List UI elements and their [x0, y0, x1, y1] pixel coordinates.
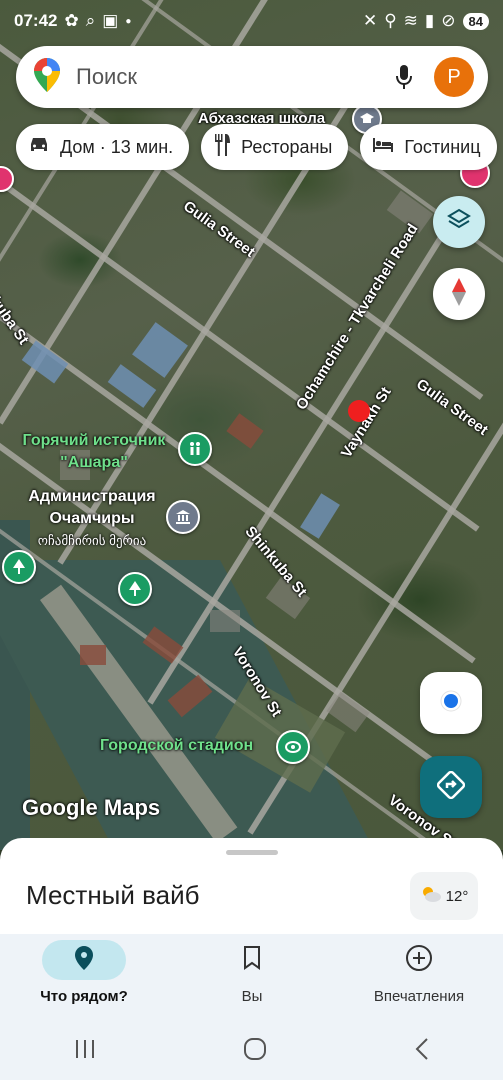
nav-explore[interactable]: Что рядом? — [14, 940, 154, 1005]
system-navigation-bar — [0, 1022, 503, 1080]
google-maps-watermark: Google Maps — [22, 795, 161, 820]
temperature: 12° — [445, 887, 469, 905]
chip-restaurants[interactable]: Рестораны — [201, 124, 349, 170]
bluetooth-icon: ✿ — [64, 11, 79, 30]
microphone-icon[interactable] — [384, 57, 424, 97]
sheet-title: Местный вайб — [26, 880, 200, 910]
chip-hotels[interactable]: Гостиниц — [360, 124, 497, 170]
poi-administration-label[interactable]: Администрация Очамчиры ოჩამჩირის მერია — [22, 486, 162, 552]
partly-cloudy-icon — [420, 885, 442, 907]
restaurant-icon — [213, 133, 231, 161]
bottom-navigation: Что рядом? Вы Впечатления — [0, 934, 503, 1022]
street-label: kuba St — [0, 293, 33, 348]
chip-label: Дом · 13 мин. — [60, 136, 174, 157]
government-building-icon[interactable] — [166, 500, 200, 534]
layers-button[interactable] — [433, 196, 485, 248]
add-circle-icon — [405, 944, 433, 976]
hotel-icon — [372, 137, 394, 158]
poi-name: Горячий источник "Ашара" — [22, 432, 166, 471]
my-location-button[interactable] — [420, 672, 482, 734]
quick-chips: Дом · 13 мин. Рестораны Гостиниц — [16, 124, 497, 170]
status-bar: 07:42 ✿ ⌕ ▣ ● ✕ ⚲ ≋ ▮ ⊘ 84 — [0, 0, 503, 42]
layers-icon — [447, 208, 471, 237]
bookmark-icon — [243, 946, 261, 974]
car-icon — [28, 136, 50, 159]
nav-pill — [210, 940, 294, 980]
signal-icon: ▮ — [424, 11, 435, 30]
directions-icon — [436, 770, 466, 804]
building — [226, 413, 264, 449]
nav-pill — [377, 940, 461, 980]
chip-label: Рестораны — [241, 136, 333, 157]
bottom-sheet[interactable]: Местный вайб 12° — [0, 838, 503, 938]
poi-name: Администрация Очамчиры — [28, 488, 156, 527]
back-icon[interactable] — [414, 1037, 430, 1066]
weather-chip[interactable]: 12° — [410, 872, 478, 920]
nav-you[interactable]: Вы — [182, 940, 322, 1005]
search-status-icon: ⌕ — [85, 11, 96, 30]
nav-pill — [42, 940, 126, 980]
poi-subname: ოჩამჩირის მერია — [37, 533, 147, 548]
screenshot-icon: ▣ — [102, 11, 119, 30]
chip-label: Гостиниц — [404, 136, 481, 157]
stadium-icon[interactable] — [276, 730, 310, 764]
nav-label: Вы — [241, 988, 263, 1005]
street-label: Gulia Street — [413, 375, 492, 439]
battery-indicator: 84 — [462, 12, 489, 30]
clock: 07:42 — [14, 11, 58, 30]
chip-home[interactable]: Дом · 13 мин. — [16, 124, 190, 170]
park-tree-icon[interactable] — [2, 550, 36, 584]
compass-button[interactable] — [433, 268, 485, 320]
hot-spring-pin-icon[interactable] — [178, 432, 212, 466]
mute-icon: ✕ — [362, 11, 378, 30]
nav-label: Впечатления — [373, 988, 465, 1005]
sheet-drag-handle[interactable] — [226, 850, 278, 855]
search-input[interactable]: Поиск — [76, 64, 384, 90]
poi-stadium-label[interactable]: Городской стадион — [100, 735, 253, 757]
nav-contribute[interactable]: Впечатления — [349, 940, 489, 1005]
park-tree-icon[interactable] — [118, 572, 152, 606]
compass-icon — [451, 277, 467, 311]
google-maps-pin-icon — [34, 57, 60, 97]
building — [300, 493, 340, 539]
dot-icon: ● — [125, 15, 132, 27]
directions-button[interactable] — [420, 756, 482, 818]
building — [80, 645, 106, 665]
do-not-disturb-icon: ⊘ — [441, 11, 456, 30]
dropped-pin-marker[interactable] — [348, 400, 370, 422]
recent-apps-icon[interactable] — [74, 1039, 96, 1064]
wifi-icon: ≋ — [403, 11, 418, 30]
location-pin-icon — [75, 946, 93, 974]
search-bar[interactable]: Поиск P — [16, 46, 488, 108]
poi-hot-spring-label[interactable]: Горячий источник "Ашара" — [14, 430, 174, 474]
avatar[interactable]: P — [434, 57, 474, 97]
location-status-icon: ⚲ — [384, 11, 397, 30]
nav-label: Что рядом? — [40, 988, 128, 1005]
building — [210, 610, 240, 632]
my-location-icon — [440, 690, 462, 717]
home-icon[interactable] — [243, 1037, 267, 1066]
street-label: Ochamchire - Tkvarcheli Road — [292, 220, 422, 414]
